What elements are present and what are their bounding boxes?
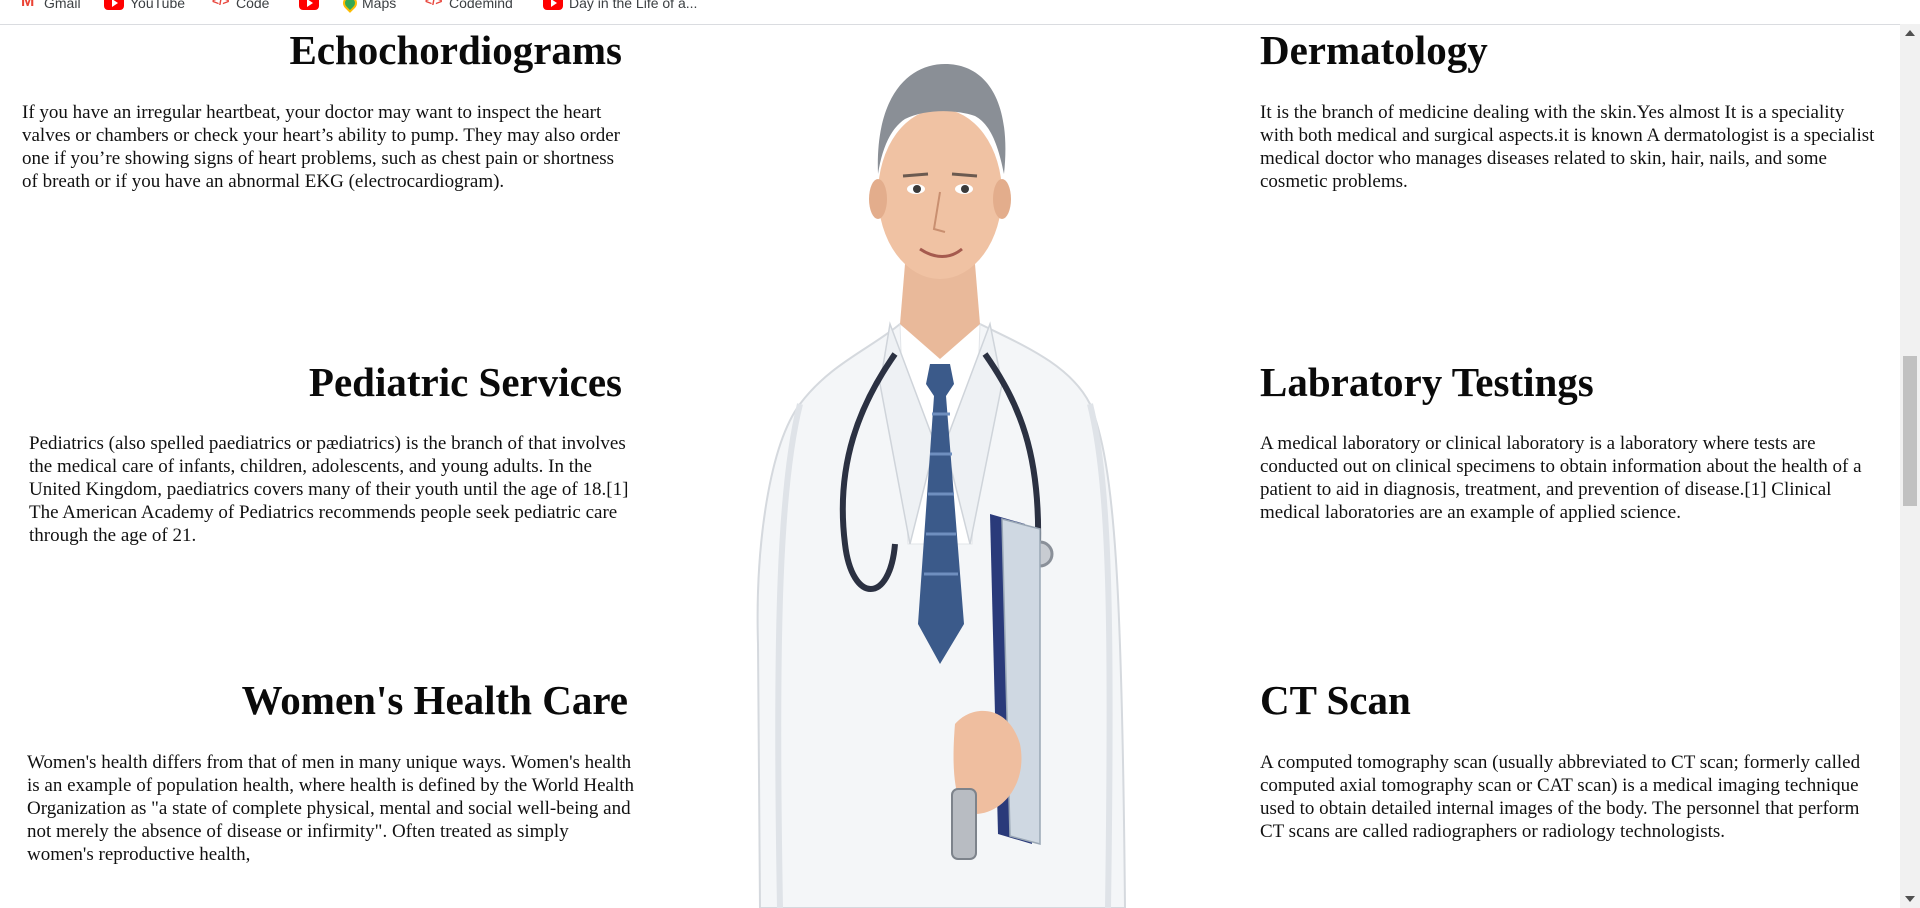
service-title-pediatric: Pediatric Services	[308, 359, 622, 405]
code-icon	[425, 0, 443, 10]
service-title-echochordiograms: Echochordiograms	[289, 27, 622, 73]
service-text-dermatology: It is the branch of medicine dealing wit…	[1260, 102, 1875, 192]
bookmark-codemind[interactable]: Codemind	[425, 0, 513, 12]
scrollbar-thumb[interactable]	[1903, 356, 1917, 506]
bookmark-label: Code	[236, 0, 270, 11]
youtube-icon	[299, 0, 319, 10]
service-text-womens-health: Women's health differs from that of men …	[27, 752, 634, 865]
bookmark-gmail[interactable]: Gmail	[20, 0, 81, 12]
maps-icon	[340, 0, 356, 10]
youtube-icon	[104, 0, 124, 10]
bookmark-label: YouTube	[130, 0, 186, 11]
service-text-echochordiograms: If you have an irregular heartbeat, your…	[22, 102, 620, 192]
bookmark-youtube[interactable]: YouTube	[104, 0, 185, 12]
youtube-icon	[543, 0, 563, 10]
bookmarks-bar: Gmail YouTube Code Maps Codemind Day in …	[0, 0, 1920, 25]
service-title-womens-health: Women's Health Care	[241, 677, 628, 723]
bookmark-label: Day in the Life of a...	[569, 0, 698, 11]
scroll-down-arrow-icon[interactable]	[1905, 896, 1915, 902]
service-title-laboratory: Labratory Testings	[1260, 359, 1594, 405]
service-text-ct-scan: A computed tomography scan (usually abbr…	[1260, 752, 1861, 842]
bookmark-day-in-life[interactable]: Day in the Life of a...	[543, 0, 697, 12]
bookmark-maps[interactable]: Maps	[340, 0, 396, 12]
bookmark-label: Codemind	[449, 0, 513, 11]
vertical-scrollbar[interactable]	[1900, 24, 1920, 908]
bookmark-label: Gmail	[44, 0, 81, 11]
doctor-image	[756, 64, 1127, 908]
service-text-pediatric: Pediatrics (also spelled paediatrics or …	[29, 433, 629, 546]
gmail-icon	[20, 0, 38, 11]
service-title-dermatology: Dermatology	[1260, 27, 1488, 73]
service-text-laboratory: A medical laboratory or clinical laborat…	[1260, 433, 1862, 523]
service-title-ct-scan: CT Scan	[1260, 677, 1411, 723]
scroll-up-arrow-icon[interactable]	[1905, 30, 1915, 36]
services-left-column: Echochordiograms If you have an irregula…	[0, 24, 640, 908]
code-icon	[212, 0, 230, 10]
bookmark-youtube-2[interactable]	[299, 0, 325, 12]
bookmark-label: Maps	[362, 0, 397, 11]
bookmark-code[interactable]: Code	[212, 0, 269, 12]
services-right-column: Dermatology It is the branch of medicine…	[1260, 24, 1900, 908]
